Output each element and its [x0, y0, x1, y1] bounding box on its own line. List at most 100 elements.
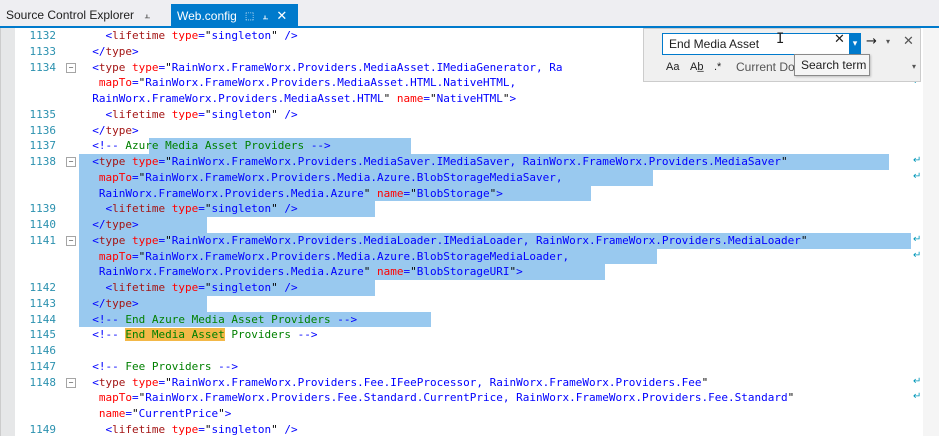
- code-line[interactable]: 1136 </type>: [1, 123, 936, 139]
- line-number: 1144: [29, 312, 57, 326]
- word-wrap-icon: ↵: [913, 170, 922, 182]
- code-text: name="CurrentPrice">: [98, 407, 232, 420]
- clear-search-icon[interactable]: ✕: [834, 32, 845, 47]
- line-number: 1132: [29, 29, 57, 42]
- collapse-icon[interactable]: −: [66, 377, 76, 388]
- scope-dropdown-icon[interactable]: ▾: [912, 62, 916, 71]
- code-text: RainWorx.FrameWorx.Providers.Media.Azure…: [98, 186, 503, 200]
- code-text: <type type="RainWorx.FrameWorx.Providers…: [92, 375, 709, 389]
- code-line[interactable]: 1140 </type>: [1, 217, 936, 233]
- code-line[interactable]: 1146: [1, 343, 936, 359]
- code-text: mapTo="RainWorx.FrameWorx.Providers.Fee.…: [98, 391, 795, 405]
- code-text: </type>: [92, 218, 139, 231]
- code-line[interactable]: mapTo="RainWorx.FrameWorx.Providers.Medi…: [1, 248, 936, 265]
- code-line[interactable]: 1137 <!-- Azure Media Asset Providers --…: [1, 138, 936, 154]
- word-wrap-icon: ↵: [913, 233, 922, 245]
- code-text: <type type="RainWorx.FrameWorx.Providers…: [92, 60, 563, 74]
- collapse-icon[interactable]: −: [66, 235, 76, 246]
- code-text: RainWorx.FrameWorx.Providers.Media.Azure…: [98, 265, 523, 279]
- vertical-scrollbar[interactable]: [923, 28, 939, 436]
- line-number: 1140: [29, 218, 57, 231]
- line-number: 1143: [29, 296, 57, 310]
- close-tab-icon[interactable]: ✕: [276, 8, 287, 24]
- code-text: <!-- End Media Asset Providers -->: [92, 328, 318, 342]
- ibeam-cursor-icon: I: [776, 31, 785, 47]
- word-wrap-icon: ↵: [913, 391, 922, 403]
- code-line[interactable]: 1147 <!-- Fee Providers -->: [1, 359, 936, 375]
- code-text: <lifetime type="singleton" />: [105, 202, 298, 216]
- code-line[interactable]: mapTo="RainWorx.FrameWorx.Providers.Fee.…: [1, 390, 936, 406]
- line-number: 1149: [29, 422, 57, 436]
- line-number: 1133: [29, 44, 57, 58]
- code-text: <type type="RainWorx.FrameWorx.Providers…: [92, 233, 808, 247]
- code-line[interactable]: mapTo="RainWorx.FrameWorx.Providers.Medi…: [1, 169, 936, 186]
- tab-source-control-explorer[interactable]: Source Control Explorer ⫠: [0, 4, 164, 26]
- pin-icon[interactable]: ⫠: [262, 11, 268, 22]
- code-text: mapTo="RainWorx.FrameWorx.Providers.Medi…: [98, 170, 563, 184]
- document-tab-bar: Source Control Explorer ⫠ Web.config ⬚ ⫠…: [0, 0, 939, 28]
- code-text: <!-- End Azure Media Asset Providers -->: [92, 312, 358, 326]
- find-widget: End Media Asset I ✕ ▾ → ▾ ✕ Aa Ab̲ .* Cu…: [643, 28, 921, 82]
- close-find-icon[interactable]: ✕: [903, 34, 914, 49]
- code-line[interactable]: 1135 <lifetime type="singleton" />: [1, 107, 936, 123]
- tab-web-config[interactable]: Web.config ⬚ ⫠ ✕: [171, 4, 298, 28]
- search-input[interactable]: End Media Asset: [662, 33, 858, 55]
- code-text: <lifetime type="singleton" />: [105, 107, 298, 121]
- search-history-dropdown[interactable]: ▾: [849, 33, 861, 55]
- line-number: 1146: [29, 344, 57, 357]
- pin-icon[interactable]: ⫠: [144, 10, 150, 21]
- code-line[interactable]: 1139 <lifetime type="singleton" />: [1, 201, 936, 217]
- find-next-icon[interactable]: →: [866, 34, 877, 49]
- word-wrap-icon: ↵: [913, 375, 922, 387]
- code-line[interactable]: 1141− <type type="RainWorx.FrameWorx.Pro…: [1, 232, 936, 249]
- code-line[interactable]: 1143 </type>: [1, 295, 936, 312]
- search-scope-dropdown[interactable]: Current Do: [736, 60, 795, 74]
- code-line[interactable]: 1142 <lifetime type="singleton" />: [1, 280, 936, 296]
- tab-label: Source Control Explorer: [6, 8, 135, 22]
- code-line[interactable]: 1148− <type type="RainWorx.FrameWorx.Pro…: [1, 375, 936, 391]
- word-wrap-icon: ↵: [913, 249, 922, 261]
- word-wrap-icon: ↵: [913, 155, 922, 166]
- code-line[interactable]: name="CurrentPrice">: [1, 406, 936, 422]
- code-text: <!-- Azure Media Asset Providers -->: [92, 139, 331, 153]
- code-text: mapTo="RainWorx.FrameWorx.Providers.Medi…: [98, 76, 517, 90]
- line-number: 1147: [29, 359, 57, 373]
- line-number: 1137: [29, 139, 57, 153]
- code-text: <!-- Fee Providers -->: [92, 359, 238, 373]
- tab-label: Web.config: [177, 9, 237, 23]
- code-editor[interactable]: 1132 <lifetime type="singleton" /> 1133 <…: [0, 28, 937, 436]
- code-line[interactable]: 1149 <lifetime type="singleton" />: [1, 422, 936, 436]
- regex-toggle[interactable]: .*: [714, 61, 721, 73]
- line-number: 1136: [29, 123, 57, 137]
- line-number: 1138: [29, 155, 57, 168]
- code-line[interactable]: 1145 <!-- End Media Asset Providers -->: [1, 327, 936, 343]
- code-text: <lifetime type="singleton" />: [105, 29, 298, 42]
- code-text: </type>: [92, 123, 139, 137]
- code-line[interactable]: 1144 <!-- End Azure Media Asset Provider…: [1, 311, 936, 328]
- line-number: 1135: [29, 107, 57, 121]
- code-text: <type type="RainWorx.FrameWorx.Providers…: [92, 155, 788, 168]
- code-text: <lifetime type="singleton" />: [105, 281, 298, 294]
- search-term-tooltip: Search term: [794, 54, 870, 76]
- whole-word-toggle[interactable]: Ab̲: [690, 61, 703, 73]
- code-text: </type>: [92, 44, 139, 58]
- match-case-toggle[interactable]: Aa: [666, 61, 679, 73]
- code-text: RainWorx.FrameWorx.Providers.MediaAsset.…: [92, 92, 517, 105]
- code-text: </type>: [92, 296, 139, 310]
- collapse-icon[interactable]: −: [66, 62, 76, 73]
- code-text: <lifetime type="singleton" />: [105, 422, 298, 436]
- code-line[interactable]: 1138− <type type="RainWorx.FrameWorx.Pro…: [1, 154, 936, 170]
- collapse-icon[interactable]: −: [66, 157, 76, 167]
- line-number: 1141: [29, 233, 57, 247]
- line-number: 1134: [29, 60, 57, 74]
- code-text: mapTo="RainWorx.FrameWorx.Providers.Medi…: [98, 249, 570, 263]
- preview-icon: ⬚: [244, 10, 255, 22]
- code-line[interactable]: RainWorx.FrameWorx.Providers.MediaAsset.…: [1, 91, 936, 107]
- line-number: 1145: [29, 328, 57, 342]
- code-line[interactable]: RainWorx.FrameWorx.Providers.Media.Azure…: [1, 185, 936, 202]
- line-number: 1148: [29, 375, 57, 389]
- code-line[interactable]: RainWorx.FrameWorx.Providers.Media.Azure…: [1, 264, 936, 280]
- line-number: 1142: [29, 281, 57, 294]
- line-number: 1139: [29, 202, 57, 216]
- find-options-dropdown-icon[interactable]: ▾: [886, 37, 890, 46]
